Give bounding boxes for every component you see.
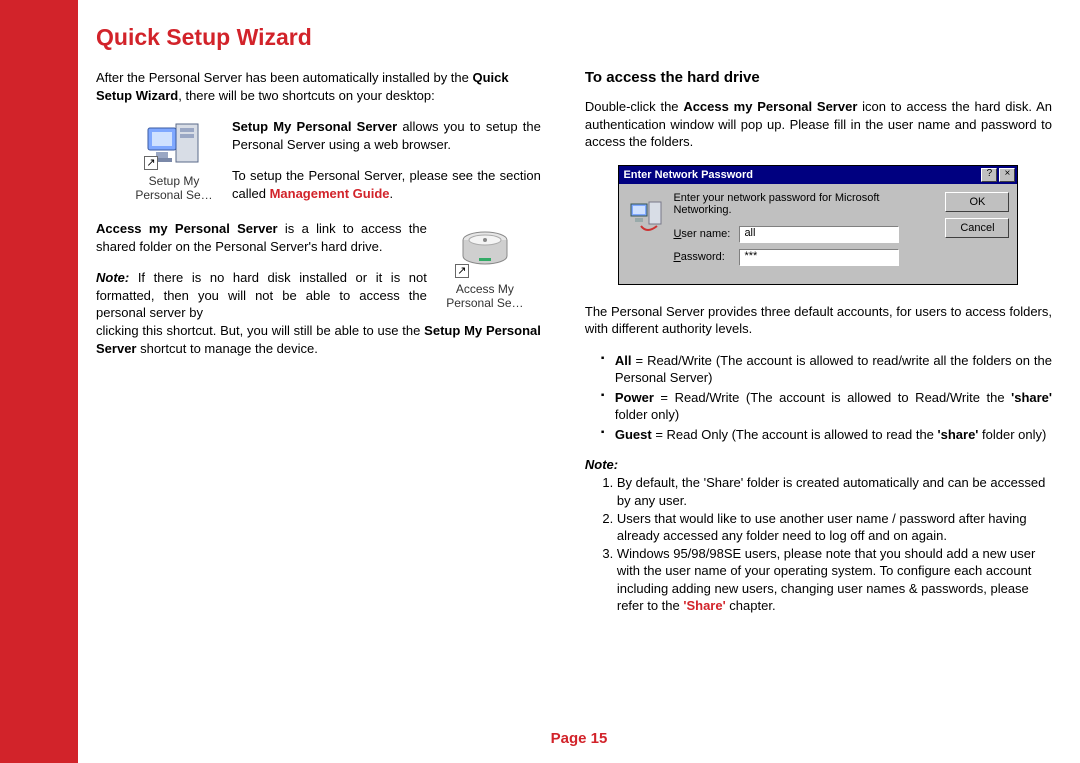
ok-button[interactable]: OK bbox=[945, 192, 1009, 212]
dialog-instruction: Enter your network password for Microsof… bbox=[673, 192, 937, 216]
password-row: Password: *** bbox=[673, 249, 937, 266]
cancel-button[interactable]: Cancel bbox=[945, 218, 1009, 238]
note-text-b-1: If there is no hard disk installed or it… bbox=[96, 270, 427, 320]
shortcut-arrow-icon: ↗ bbox=[455, 264, 469, 278]
p-underline: P bbox=[673, 251, 680, 263]
acct3-desc-a: = Read Only (The account is allowed to r… bbox=[652, 427, 938, 442]
note-3: Windows 95/98/98SE users, please note th… bbox=[617, 545, 1052, 615]
page-title: Quick Setup Wizard bbox=[96, 24, 1052, 51]
acct3-name: Guest bbox=[615, 427, 652, 442]
acct1-desc: = Read/Write (The account is allowed to … bbox=[615, 353, 1052, 386]
account-guest: Guest = Read Only (The account is allowe… bbox=[601, 426, 1052, 444]
account-power: Power = Read/Write (The account is allow… bbox=[601, 389, 1052, 424]
access-text-col: Access my Personal Server is a link to a… bbox=[96, 220, 427, 322]
page-label: Page bbox=[551, 730, 591, 747]
password-input[interactable]: *** bbox=[739, 249, 899, 266]
acct2-name: Power bbox=[615, 390, 654, 405]
dialog-title: Enter Network Password bbox=[623, 169, 979, 181]
page-footer: Page 15 bbox=[78, 730, 1080, 747]
right-p1: Double-click the Access my Personal Serv… bbox=[585, 98, 1052, 151]
page-content: Quick Setup Wizard After the Personal Se… bbox=[78, 0, 1080, 763]
acct3-desc-b: folder only) bbox=[978, 427, 1046, 442]
u-rest: ser name: bbox=[681, 228, 730, 240]
password-label: Password: bbox=[673, 251, 739, 263]
username-row: User name: all bbox=[673, 226, 937, 243]
username-label: User name: bbox=[673, 228, 739, 240]
shortcut-arrow-icon: ↗ bbox=[144, 156, 158, 170]
note-cont-1: clicking this shortcut. But, you will st… bbox=[96, 323, 424, 338]
username-input[interactable]: all bbox=[739, 226, 899, 243]
intro-text-c: , there will be two shortcuts on your de… bbox=[178, 88, 435, 103]
left-red-stripe bbox=[0, 0, 78, 763]
access-desktop-icon: ↗ Access My Personal Se… bbox=[441, 226, 529, 310]
computer-icon: ↗ bbox=[142, 118, 206, 172]
management-guide-link[interactable]: Management Guide bbox=[270, 186, 390, 201]
setup-icon-label: Setup My Personal Se… bbox=[130, 174, 218, 202]
access-icon-row: Access my Personal Server is a link to a… bbox=[96, 220, 541, 322]
account-all: All = Read/Write (The account is allowed… bbox=[601, 352, 1052, 387]
setup-desktop-icon: ↗ Setup My Personal Se… bbox=[130, 118, 218, 202]
dialog-close-button[interactable]: × bbox=[999, 168, 1015, 182]
setup-desc-bold: Setup My Personal Server bbox=[232, 119, 397, 134]
access-icon-label: Access My Personal Se… bbox=[441, 282, 529, 310]
page-number: 15 bbox=[591, 730, 608, 747]
intro-paragraph: After the Personal Server has been autom… bbox=[96, 69, 541, 104]
acct1-name: All bbox=[615, 353, 632, 368]
right-column: To access the hard drive Double-click th… bbox=[585, 69, 1052, 615]
acct3-share: 'share' bbox=[938, 427, 979, 442]
dialog-buttons: OK Cancel bbox=[937, 192, 1009, 272]
setup-desc2-c: . bbox=[390, 186, 394, 201]
setup-description: Setup My Personal Server allows you to s… bbox=[232, 118, 541, 202]
access-hd-heading: To access the hard drive bbox=[585, 69, 1052, 86]
harddrive-icon: ↗ bbox=[453, 226, 517, 280]
network-password-dialog: Enter Network Password ? × bbox=[618, 165, 1018, 285]
notes-list: By default, the 'Share' folder is create… bbox=[585, 474, 1052, 614]
two-column-layout: After the Personal Server has been autom… bbox=[96, 69, 1052, 615]
dialog-titlebar: Enter Network Password ? × bbox=[619, 166, 1017, 184]
dialog-icon bbox=[627, 192, 673, 272]
p1-b: Access my Personal Server bbox=[683, 99, 857, 114]
access-bold: Access my Personal Server bbox=[96, 221, 278, 236]
left-column: After the Personal Server has been autom… bbox=[96, 69, 541, 615]
intro-text-a: After the Personal Server has been autom… bbox=[96, 70, 473, 85]
p-rest: assword: bbox=[681, 251, 725, 263]
dialog-help-button[interactable]: ? bbox=[981, 168, 997, 182]
dialog-fields: Enter your network password for Microsof… bbox=[673, 192, 937, 272]
dialog-body: Enter your network password for Microsof… bbox=[619, 184, 1017, 284]
note-cont-2: shortcut to manage the device. bbox=[136, 341, 317, 356]
acct2-desc-b: folder only) bbox=[615, 407, 679, 422]
note-2: Users that would like to use another use… bbox=[617, 510, 1052, 545]
note3-c: chapter. bbox=[726, 598, 776, 613]
p1-a: Double-click the bbox=[585, 99, 683, 114]
right-p2: The Personal Server provides three defau… bbox=[585, 303, 1052, 338]
accounts-list: All = Read/Write (The account is allowed… bbox=[585, 352, 1052, 444]
setup-icon-row: ↗ Setup My Personal Se… Setup My Persona… bbox=[130, 118, 541, 202]
acct2-desc-a: = Read/Write (The account is allowed to … bbox=[654, 390, 1011, 405]
note-label: Note: bbox=[96, 270, 129, 285]
access-note-continued: clicking this shortcut. But, you will st… bbox=[96, 322, 541, 357]
note3-a: Windows 95/98/98SE users, please note th… bbox=[617, 546, 1035, 614]
access-note-partial: Note: If there is no hard disk installed… bbox=[96, 269, 427, 322]
share-chapter-link[interactable]: 'Share' bbox=[683, 598, 725, 613]
acct2-share: 'share' bbox=[1011, 390, 1052, 405]
note-1: By default, the 'Share' folder is create… bbox=[617, 474, 1052, 509]
access-icon-col: ↗ Access My Personal Se… bbox=[441, 220, 541, 310]
note-heading: Note: bbox=[585, 457, 1052, 472]
